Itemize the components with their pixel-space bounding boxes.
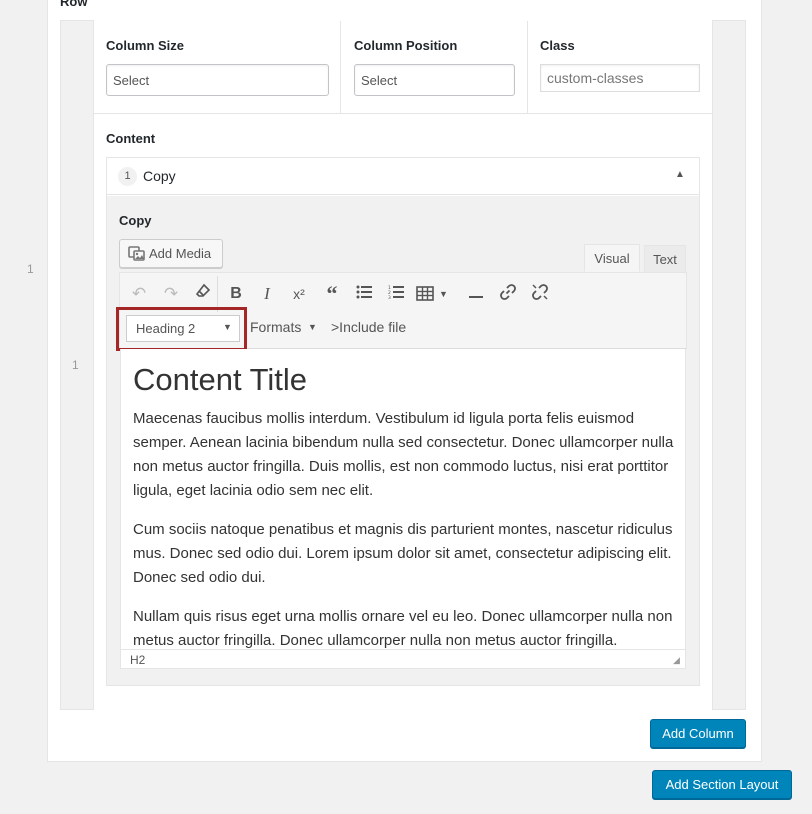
- add-media-button[interactable]: Add Media: [119, 239, 223, 268]
- column-number: 1: [72, 358, 79, 372]
- column-position-select[interactable]: Select: [354, 64, 515, 96]
- editor-status-path[interactable]: H2: [120, 649, 686, 669]
- editor-paragraph[interactable]: Cum sociis natoque penatibus et magnis d…: [133, 518, 681, 590]
- chevron-down-icon: ▼: [308, 322, 317, 332]
- column-position-label: Column Position: [354, 38, 458, 53]
- formats-menu[interactable]: Formats: [250, 319, 301, 335]
- media-icon: [128, 246, 145, 264]
- accordion-item-number: 1: [118, 167, 137, 186]
- include-file-button[interactable]: >Include file: [331, 319, 406, 335]
- undo-icon[interactable]: ↶: [127, 283, 151, 305]
- horizontal-rule-icon[interactable]: [464, 283, 488, 305]
- numbered-list-icon[interactable]: 123: [384, 283, 408, 305]
- unlink-icon[interactable]: [528, 283, 552, 305]
- content-label: Content: [106, 131, 156, 146]
- settings-divider: [527, 21, 528, 113]
- bold-icon[interactable]: B: [224, 283, 248, 305]
- settings-bottom-divider: [94, 113, 712, 114]
- column-size-label: Column Size: [106, 38, 185, 53]
- superscript-icon[interactable]: x²: [287, 283, 311, 305]
- redo-icon[interactable]: ↷: [159, 283, 183, 305]
- content-title[interactable]: Content Title: [133, 362, 307, 398]
- row-label: Row: [60, 0, 88, 9]
- bullet-list-icon[interactable]: [352, 283, 376, 305]
- resize-handle-icon[interactable]: ◢: [673, 655, 680, 666]
- triangle-up-icon[interactable]: ▲: [675, 169, 685, 180]
- clear-formatting-icon[interactable]: [191, 283, 215, 305]
- copy-field-label: Copy: [119, 213, 152, 228]
- accordion-item-title: Copy: [143, 168, 176, 184]
- tab-text[interactable]: Text: [644, 245, 686, 273]
- tab-visual[interactable]: Visual: [584, 244, 640, 272]
- add-section-layout-button[interactable]: Add Section Layout: [652, 770, 792, 799]
- class-label: Class: [540, 38, 575, 53]
- add-media-label: Add Media: [149, 246, 212, 261]
- row-number: 1: [27, 262, 34, 276]
- table-icon[interactable]: ▼: [416, 283, 456, 305]
- accordion-header[interactable]: [107, 158, 699, 195]
- blockquote-icon[interactable]: “: [320, 283, 344, 305]
- highlight-box: [116, 307, 247, 351]
- section-gutter: [14, 0, 48, 762]
- editor-paragraph[interactable]: Nullam quis risus eget urna mollis ornar…: [133, 605, 681, 649]
- editor-content-area[interactable]: Content Title Maecenas faucibus mollis i…: [120, 349, 686, 649]
- class-input[interactable]: custom-classes: [540, 64, 700, 92]
- settings-divider: [340, 21, 341, 113]
- editor-paragraph[interactable]: Maecenas faucibus mollis interdum. Vesti…: [133, 407, 681, 503]
- svg-text:3: 3: [388, 295, 391, 299]
- add-column-button[interactable]: Add Column: [650, 719, 746, 748]
- column-size-select[interactable]: Select: [106, 64, 329, 96]
- italic-icon[interactable]: I: [255, 283, 279, 305]
- link-icon[interactable]: [496, 283, 520, 305]
